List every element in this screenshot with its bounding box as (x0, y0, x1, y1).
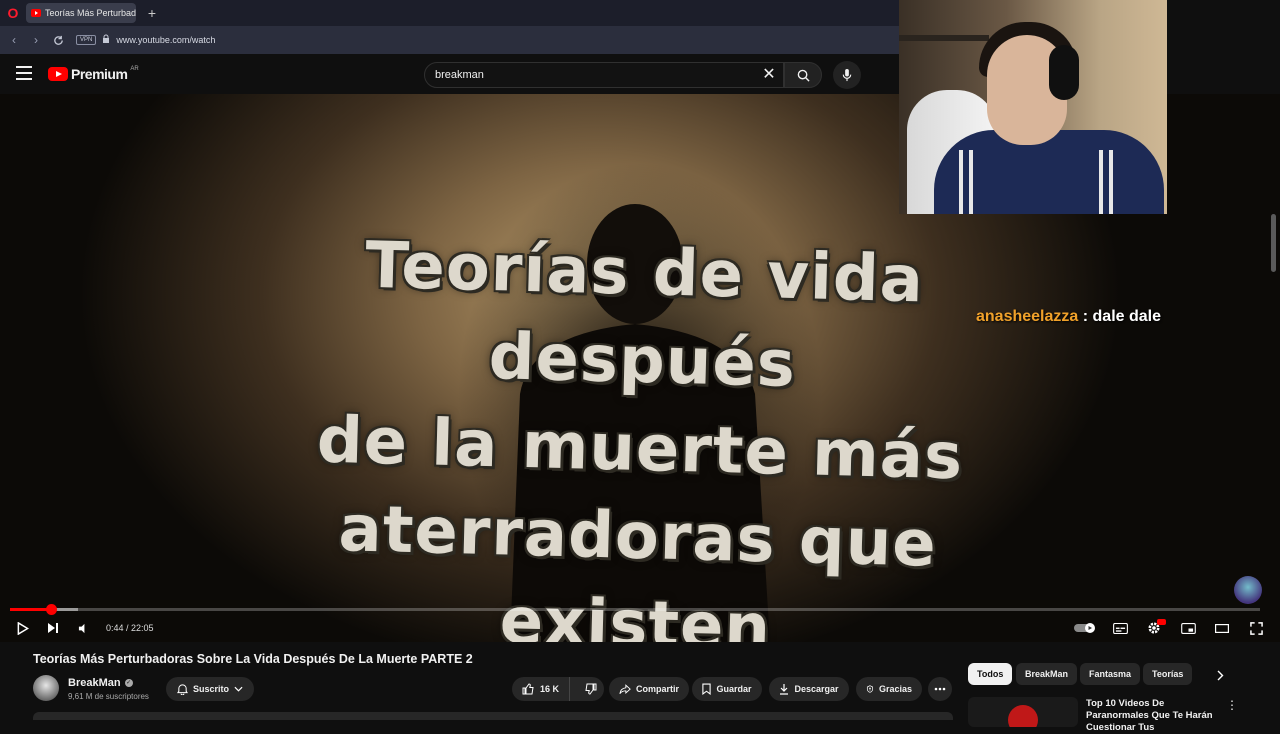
thumbs-down-icon (585, 683, 597, 695)
video-title: Teorías Más Perturbadoras Sobre La Vida … (33, 652, 473, 666)
save-button[interactable]: Guardar (692, 677, 762, 701)
opera-logo-icon[interactable]: O (0, 0, 26, 26)
more-actions-button[interactable] (928, 677, 952, 701)
youtube-logo-icon (48, 67, 68, 81)
channel-watermark-icon[interactable] (1234, 576, 1262, 604)
overlay-line: Teorías de vida después (364, 228, 925, 403)
skip-next-icon (48, 623, 58, 633)
url-field[interactable]: www.youtube.com/watch (116, 35, 215, 45)
new-tab-button[interactable]: + (142, 3, 162, 23)
tab-title: Teorías Más Perturbadoras (45, 8, 136, 18)
settings-button[interactable] (1138, 614, 1170, 642)
autoplay-toggle-icon (1074, 623, 1095, 633)
download-button[interactable]: Descargar (769, 677, 849, 701)
play-icon (17, 621, 29, 635)
chat-text: dale dale (1092, 308, 1161, 325)
lock-icon[interactable] (102, 34, 110, 46)
logo-text: Premium (71, 66, 128, 82)
subscribed-button[interactable]: Suscrito (166, 677, 254, 701)
theater-mode-button[interactable] (1206, 614, 1238, 642)
channel-name: BreakMan (68, 677, 121, 689)
chevron-right-icon (1217, 670, 1223, 680)
page-scrollbar[interactable] (1271, 214, 1276, 272)
like-count: 16 K (540, 684, 560, 694)
chips-next-button[interactable] (1210, 665, 1230, 685)
chip-breakman[interactable]: BreakMan (1016, 663, 1078, 685)
thumbs-up-icon (522, 683, 534, 695)
share-button[interactable]: Compartir (609, 677, 689, 701)
chevron-down-icon (234, 686, 243, 692)
chip-all[interactable]: Todos (968, 663, 1013, 685)
bell-icon (176, 684, 188, 695)
subscriber-count: 9,61 M de suscriptores (68, 692, 149, 701)
reload-icon[interactable] (50, 32, 66, 48)
progress-played (10, 608, 52, 611)
chat-separator: : (1082, 308, 1089, 325)
more-horizontal-icon (934, 687, 946, 691)
bookmark-icon (702, 683, 712, 695)
back-icon[interactable]: ‹ (6, 32, 22, 48)
clear-search-icon[interactable]: ✕ (760, 66, 778, 84)
vpn-badge[interactable]: VPN (76, 35, 97, 45)
youtube-premium-logo[interactable]: Premium AR (48, 66, 139, 82)
channel-avatar[interactable] (33, 675, 59, 701)
youtube-header: Premium AR ✕ (0, 54, 900, 94)
miniplayer-icon (1180, 622, 1196, 634)
browser-tab-active[interactable]: Teorías Más Perturbadoras (26, 3, 136, 23)
share-label: Compartir (635, 684, 679, 694)
next-button[interactable] (38, 614, 68, 642)
stream-chat-message: anasheelazza : dale dale (976, 308, 1161, 326)
dislike-button[interactable] (575, 677, 607, 701)
subtitles-button[interactable] (1104, 614, 1136, 642)
menu-icon[interactable] (16, 66, 32, 80)
chat-username: anasheelazza (976, 308, 1079, 325)
voice-search-button[interactable] (833, 61, 861, 89)
recommended-video-thumbnail[interactable] (968, 697, 1078, 727)
fullscreen-icon (1249, 621, 1263, 635)
subtitles-icon (1112, 622, 1128, 634)
search-icon (797, 69, 810, 82)
autoplay-toggle[interactable] (1070, 614, 1102, 642)
hd-badge-icon (1157, 619, 1166, 625)
like-dislike-group: 16 K (512, 677, 604, 701)
search-button[interactable] (784, 62, 822, 88)
microphone-icon (842, 68, 852, 81)
volume-icon (78, 623, 84, 633)
super-thanks-icon (866, 685, 874, 693)
browser-tab-bar: O Teorías Más Perturbadoras + (0, 0, 900, 26)
progress-bar[interactable] (10, 604, 1260, 615)
theater-mode-icon (1215, 623, 1229, 633)
browser-address-bar: ‹ › VPN www.youtube.com/watch (0, 26, 900, 54)
description-box[interactable] (33, 712, 953, 720)
right-player-controls (1070, 614, 1272, 642)
streamer-webcam (899, 0, 1167, 214)
more-vertical-icon[interactable]: ⋮ (1226, 698, 1238, 714)
download-icon (780, 684, 789, 695)
search-input[interactable] (424, 62, 784, 88)
time-display: 0:44 / 22:05 (106, 623, 154, 633)
save-label: Guardar (716, 684, 752, 694)
miniplayer-button[interactable] (1172, 614, 1204, 642)
video-title-overlay: Teorías de vida después de la muerte más… (194, 218, 1085, 642)
verified-check-icon: ✓ (124, 679, 133, 687)
mute-button[interactable] (68, 614, 98, 642)
download-label: Descargar (794, 684, 839, 694)
chip-teorias[interactable]: Teorías (1143, 663, 1193, 685)
chip-fantasma[interactable]: Fantasma (1080, 663, 1141, 685)
thanks-button[interactable]: Gracias (856, 677, 922, 701)
play-button[interactable] (8, 614, 38, 642)
forward-icon[interactable]: › (28, 32, 44, 48)
player-controls: 0:44 / 22:05 (0, 614, 1280, 642)
subscribed-label: Suscrito (192, 684, 229, 694)
thanks-label: Gracias (878, 684, 912, 694)
channel-name-link[interactable]: BreakMan ✓ (68, 677, 133, 689)
share-icon (619, 683, 631, 694)
like-button[interactable]: 16 K (512, 677, 571, 701)
country-code: AR (130, 66, 139, 72)
fullscreen-button[interactable] (1240, 614, 1272, 642)
recommended-video-title[interactable]: Top 10 Videos De Paranormales Que Te Har… (1086, 698, 1226, 734)
youtube-favicon-icon (31, 9, 41, 17)
